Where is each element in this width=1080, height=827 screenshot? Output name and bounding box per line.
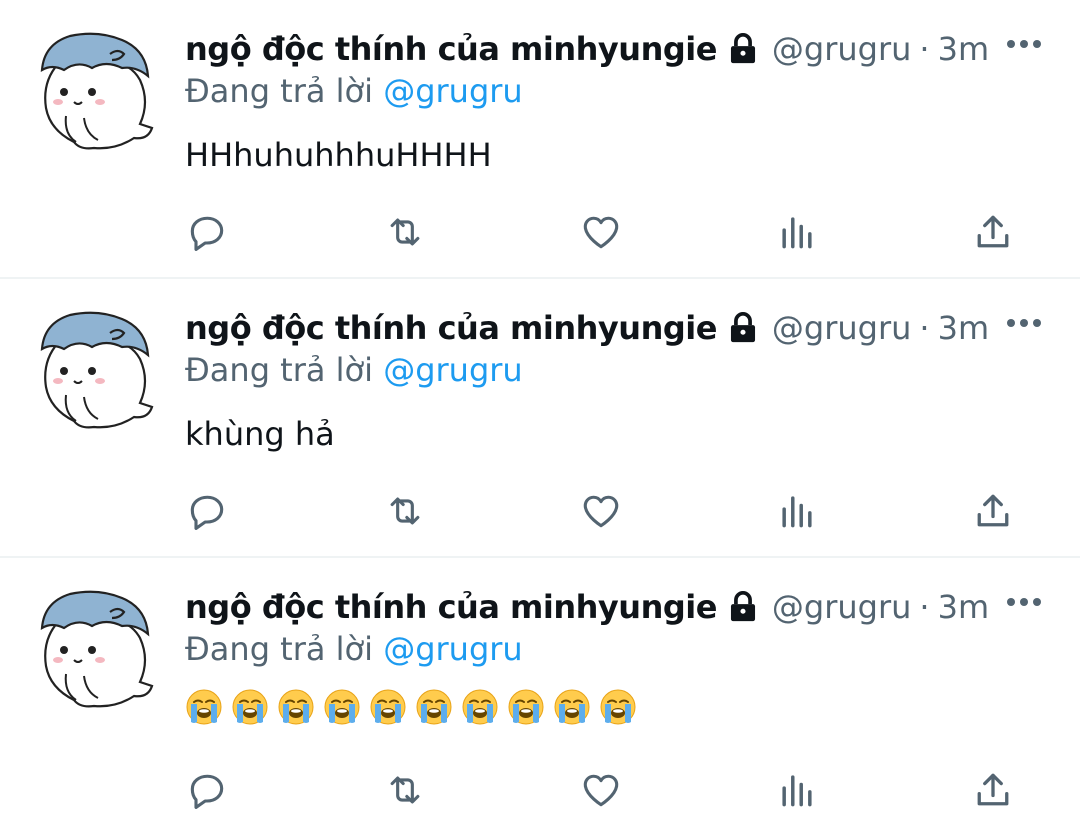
handle[interactable]: @grugru — [772, 309, 912, 347]
display-name[interactable]: ngộ độc thính của minhyungie — [185, 588, 717, 626]
retweet-button[interactable] — [383, 210, 427, 254]
avatar[interactable] — [36, 30, 154, 154]
share-icon — [977, 773, 1009, 806]
share-button[interactable] — [971, 210, 1015, 254]
tweet-text: khùng hả — [185, 415, 335, 453]
like-button[interactable] — [579, 489, 623, 533]
heart-icon — [583, 495, 619, 528]
reply-button[interactable] — [185, 489, 229, 533]
handle[interactable]: @grugru — [772, 30, 912, 68]
reply-context: Đang trả lời @grugru — [185, 630, 523, 668]
display-name[interactable]: ngộ độc thính của minhyungie — [185, 30, 717, 68]
loudly-crying-face-icon — [508, 689, 544, 725]
separator: · — [919, 309, 930, 347]
reply-prefix: Đang trả lời — [185, 72, 374, 110]
retweet-icon — [390, 218, 420, 246]
loudly-crying-face-icon — [370, 689, 406, 725]
reply-icon — [190, 495, 224, 530]
timestamp[interactable]: 3m — [938, 30, 990, 68]
timeline: ngộ độc thính của minhyungie @grugru · 3… — [0, 0, 1080, 827]
loudly-crying-face-icon — [416, 689, 452, 725]
action-bar — [185, 489, 1025, 539]
handle[interactable]: @grugru — [772, 588, 912, 626]
lock-icon — [730, 591, 755, 622]
tweet-item[interactable]: ngộ độc thính của minhyungie @grugru · 3… — [0, 558, 1080, 827]
tweet-item[interactable]: ngộ độc thính của minhyungie @grugru · 3… — [0, 0, 1080, 279]
retweet-icon — [390, 497, 420, 525]
action-bar — [185, 768, 1025, 818]
tweet-header: ngộ độc thính của minhyungie @grugru · 3… — [185, 305, 989, 351]
action-bar — [185, 210, 1025, 260]
more-icon[interactable] — [1006, 317, 1042, 329]
views-icon — [782, 496, 812, 528]
display-name[interactable]: ngộ độc thính của minhyungie — [185, 309, 717, 347]
loudly-crying-face-icon — [462, 689, 498, 725]
share-button[interactable] — [971, 489, 1015, 533]
reply-icon — [190, 216, 224, 251]
lock-icon — [730, 312, 755, 343]
reply-mention[interactable]: @grugru — [383, 72, 523, 110]
retweet-icon — [390, 776, 420, 804]
share-icon — [977, 494, 1009, 527]
loudly-crying-face-icon — [278, 689, 314, 725]
views-button[interactable] — [775, 489, 819, 533]
views-button[interactable] — [775, 768, 819, 812]
more-icon[interactable] — [1006, 38, 1042, 50]
reply-context: Đang trả lời @grugru — [185, 351, 523, 389]
avatar[interactable] — [36, 588, 154, 712]
heart-icon — [583, 774, 619, 807]
loudly-crying-face-icon — [232, 689, 268, 725]
retweet-button[interactable] — [383, 768, 427, 812]
tweet-item[interactable]: ngộ độc thính của minhyungie @grugru · 3… — [0, 279, 1080, 558]
tweet-emoji-row — [185, 688, 637, 726]
loudly-crying-face-icon — [600, 689, 636, 725]
tweet-header: ngộ độc thính của minhyungie @grugru · 3… — [185, 584, 989, 630]
views-button[interactable] — [775, 210, 819, 254]
reply-prefix: Đang trả lời — [185, 630, 374, 668]
heart-icon — [583, 216, 619, 249]
loudly-crying-face-icon — [186, 689, 222, 725]
share-icon — [977, 215, 1009, 248]
reply-button[interactable] — [185, 768, 229, 812]
reply-mention[interactable]: @grugru — [383, 351, 523, 389]
timestamp[interactable]: 3m — [938, 309, 990, 347]
tweet-text: HHhuhuhhhuHHHH — [185, 136, 492, 174]
reply-icon — [190, 774, 224, 809]
tweet-header: ngộ độc thính của minhyungie @grugru · 3… — [185, 26, 989, 72]
like-button[interactable] — [579, 768, 623, 812]
lock-icon — [730, 33, 755, 64]
loudly-crying-face-icon — [324, 689, 360, 725]
avatar[interactable] — [36, 309, 154, 433]
views-icon — [782, 217, 812, 249]
timestamp[interactable]: 3m — [938, 588, 990, 626]
more-icon[interactable] — [1006, 596, 1042, 608]
reply-mention[interactable]: @grugru — [383, 630, 523, 668]
reply-prefix: Đang trả lời — [185, 351, 374, 389]
separator: · — [919, 30, 930, 68]
loudly-crying-face-icon — [554, 689, 590, 725]
separator: · — [919, 588, 930, 626]
retweet-button[interactable] — [383, 489, 427, 533]
share-button[interactable] — [971, 768, 1015, 812]
like-button[interactable] — [579, 210, 623, 254]
views-icon — [782, 775, 812, 807]
reply-context: Đang trả lời @grugru — [185, 72, 523, 110]
reply-button[interactable] — [185, 210, 229, 254]
